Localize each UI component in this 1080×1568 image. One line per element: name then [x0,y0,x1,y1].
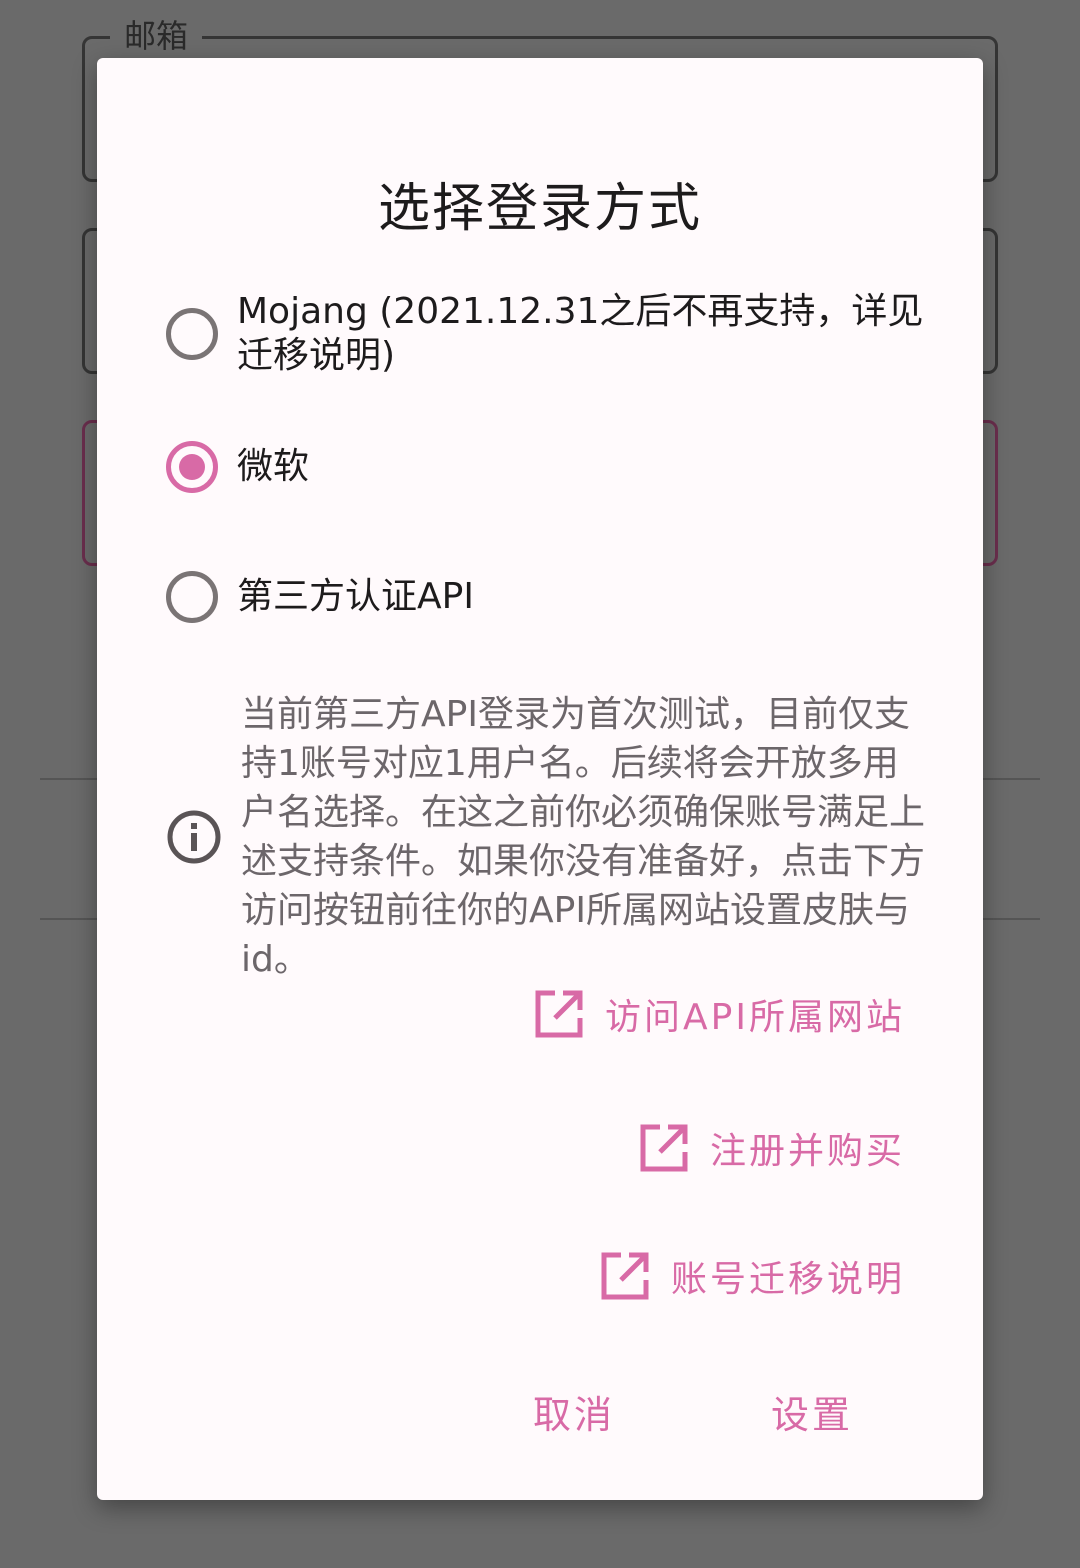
option-mojang-label: Mojang (2021.12.31之后不再支持，详见迁移说明) [237,291,924,376]
register-and-buy-button[interactable]: 注册并购买 [638,1122,905,1174]
info-text: 当前第三方API登录为首次测试，目前仅支持1账号对应1用户名。后续将会开放多用户… [241,694,926,980]
info-icon [165,808,223,866]
open-in-new-icon [640,1124,688,1172]
email-field-label: 邮箱 [110,14,203,58]
option-microsoft[interactable]: 微软 [165,440,925,494]
login-method-dialog: 选择登录方式 Mojang (2021.12.31之后不再支持，详见迁移说明) … [97,58,983,1500]
radio-unchecked-icon[interactable] [165,307,219,361]
radio-checked-icon[interactable] [165,440,219,494]
info-notice: 当前第三方API登录为首次测试，目前仅支持1账号对应1用户名。后续将会开放多用户… [165,690,925,984]
visit-api-site-button[interactable]: 访问API所属网站 [533,988,905,1040]
set-button[interactable]: 设置 [771,1384,853,1439]
option-mojang[interactable]: Mojang (2021.12.31之后不再支持，详见迁移说明) [165,290,925,378]
option-microsoft-label: 微软 [237,446,310,487]
dialog-title: 选择登录方式 [97,174,983,244]
cancel-button[interactable]: 取消 [533,1384,615,1439]
account-migration-guide-button[interactable]: 账号迁移说明 [599,1250,905,1302]
screen: 邮箱 选择登录方式 Mojang (2021.12.31之后不再支持，详见迁移说… [0,0,1080,1568]
open-in-new-icon [535,990,583,1038]
dialog-title-text: 选择登录方式 [377,179,702,239]
option-third-party-api[interactable]: 第三方认证API [165,570,925,624]
radio-unchecked-icon[interactable] [165,570,219,624]
account-migration-guide-label: 账号迁移说明 [670,1259,905,1300]
register-and-buy-label: 注册并购买 [709,1131,905,1172]
visit-api-site-label: 访问API所属网站 [605,997,905,1038]
option-third-party-api-label: 第三方认证API [237,576,474,617]
open-in-new-icon [601,1252,649,1300]
